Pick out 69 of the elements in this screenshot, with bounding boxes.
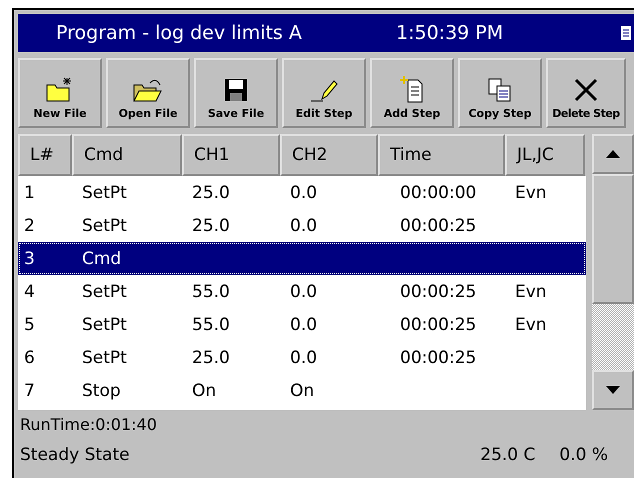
copy-icon [487, 77, 513, 103]
delete-icon [573, 77, 599, 103]
table-cell-text: SetPt [81, 282, 128, 302]
output-reading: 0.0 % [559, 445, 608, 465]
table-cell-text: Evn [514, 314, 548, 334]
clock: 1:50:39 PM [396, 22, 504, 44]
table-cell-text: 0.0 [289, 314, 318, 334]
toolbar-button[interactable]: Save File [194, 58, 278, 128]
table-cell-text: 00:00:00 [399, 182, 478, 202]
scroll-up-button[interactable] [592, 134, 634, 174]
table-cell-text: 0.0 [289, 182, 318, 202]
toolbar-button[interactable]: Open File [106, 58, 190, 128]
table-cell-text: 55.0 [191, 314, 231, 334]
temperature-reading: 25.0 C [480, 445, 536, 465]
column-header[interactable]: Cmd [72, 134, 182, 176]
table-row[interactable]: 5 SetPt 55.0 0.0 00:00:25 Evn [18, 308, 586, 341]
table-row[interactable]: 7 Stop On On [18, 374, 586, 407]
table-cell-text: 25.0 [191, 348, 231, 368]
table-row[interactable]: 4 SetPt 55.0 0.0 00:00:25 Evn [18, 275, 586, 308]
table-cell-text: 00:00:25 [399, 282, 478, 302]
table-cell-text: Evn [514, 282, 548, 302]
window-title: Program - log dev limits A [56, 22, 303, 44]
column-header[interactable]: L# [18, 134, 72, 176]
toolbar-button[interactable]: Add Step [370, 58, 454, 128]
document-icon[interactable] [620, 24, 632, 42]
table-row[interactable]: 1 SetPt 25.0 0.0 00:00:00 Evn [18, 176, 586, 209]
table-cell-text: SetPt [81, 348, 128, 368]
up-arrow-icon [606, 150, 620, 158]
table-row[interactable]: 2 SetPt 25.0 0.0 00:00:25 [18, 209, 586, 242]
table-cell-text: 00:00:25 [399, 216, 478, 236]
table-cell-text: 25.0 [191, 216, 231, 236]
table-cell-text: Stop [81, 380, 122, 400]
state-text: Steady State [20, 445, 130, 465]
table-cell-text: SetPt [81, 182, 128, 202]
table-cell-text: 4 [23, 282, 36, 302]
column-header[interactable]: CH1 [182, 134, 280, 176]
table-cell-text: 00:00:25 [399, 314, 478, 334]
table-cell-text: 00:00:25 [399, 348, 478, 368]
toolbar-button[interactable]: Delete Step [546, 58, 626, 128]
scroll-thumb[interactable] [592, 174, 634, 304]
column-header[interactable]: CH2 [280, 134, 378, 176]
table-cell-text: 2 [23, 216, 36, 236]
column-header[interactable]: JL,JC [505, 134, 585, 176]
toolbar-button[interactable]: Edit Step [282, 58, 366, 128]
table-row[interactable]: 3 Cmd [18, 242, 586, 275]
column-header[interactable]: Time [378, 134, 505, 176]
table-cell-text: On [191, 380, 218, 400]
runtime-text: RunTime:0:01:40 [20, 414, 157, 434]
table-cell-text: 6 [23, 348, 36, 368]
folder-icon [132, 77, 164, 103]
table-cell-text: Evn [514, 182, 548, 202]
table-cell-text: 0.0 [289, 216, 318, 236]
table-cell-text: 5 [23, 314, 36, 334]
table-cell-text: SetPt [81, 314, 128, 334]
toolbar-button[interactable]: New File [18, 58, 102, 128]
table-cell-text: 25.0 [191, 182, 231, 202]
table-cell-text: SetPt [81, 216, 128, 236]
table-cell-text: On [289, 380, 316, 400]
table-cell-text: 3 [23, 248, 36, 268]
table-cell-text: Cmd [81, 248, 122, 268]
table-cell-text: 0.0 [289, 348, 318, 368]
table-row[interactable]: 6 SetPt 25.0 0.0 00:00:25 [18, 341, 586, 374]
table-cell-text: 0.0 [289, 282, 318, 302]
down-arrow-icon [606, 386, 620, 394]
table-cell-text: 7 [23, 380, 36, 400]
table-cell-text: 1 [23, 182, 36, 202]
table-cell-text: 55.0 [191, 282, 231, 302]
toolbar-button[interactable]: Copy Step [458, 58, 542, 128]
scroll-down-button[interactable] [592, 370, 634, 410]
